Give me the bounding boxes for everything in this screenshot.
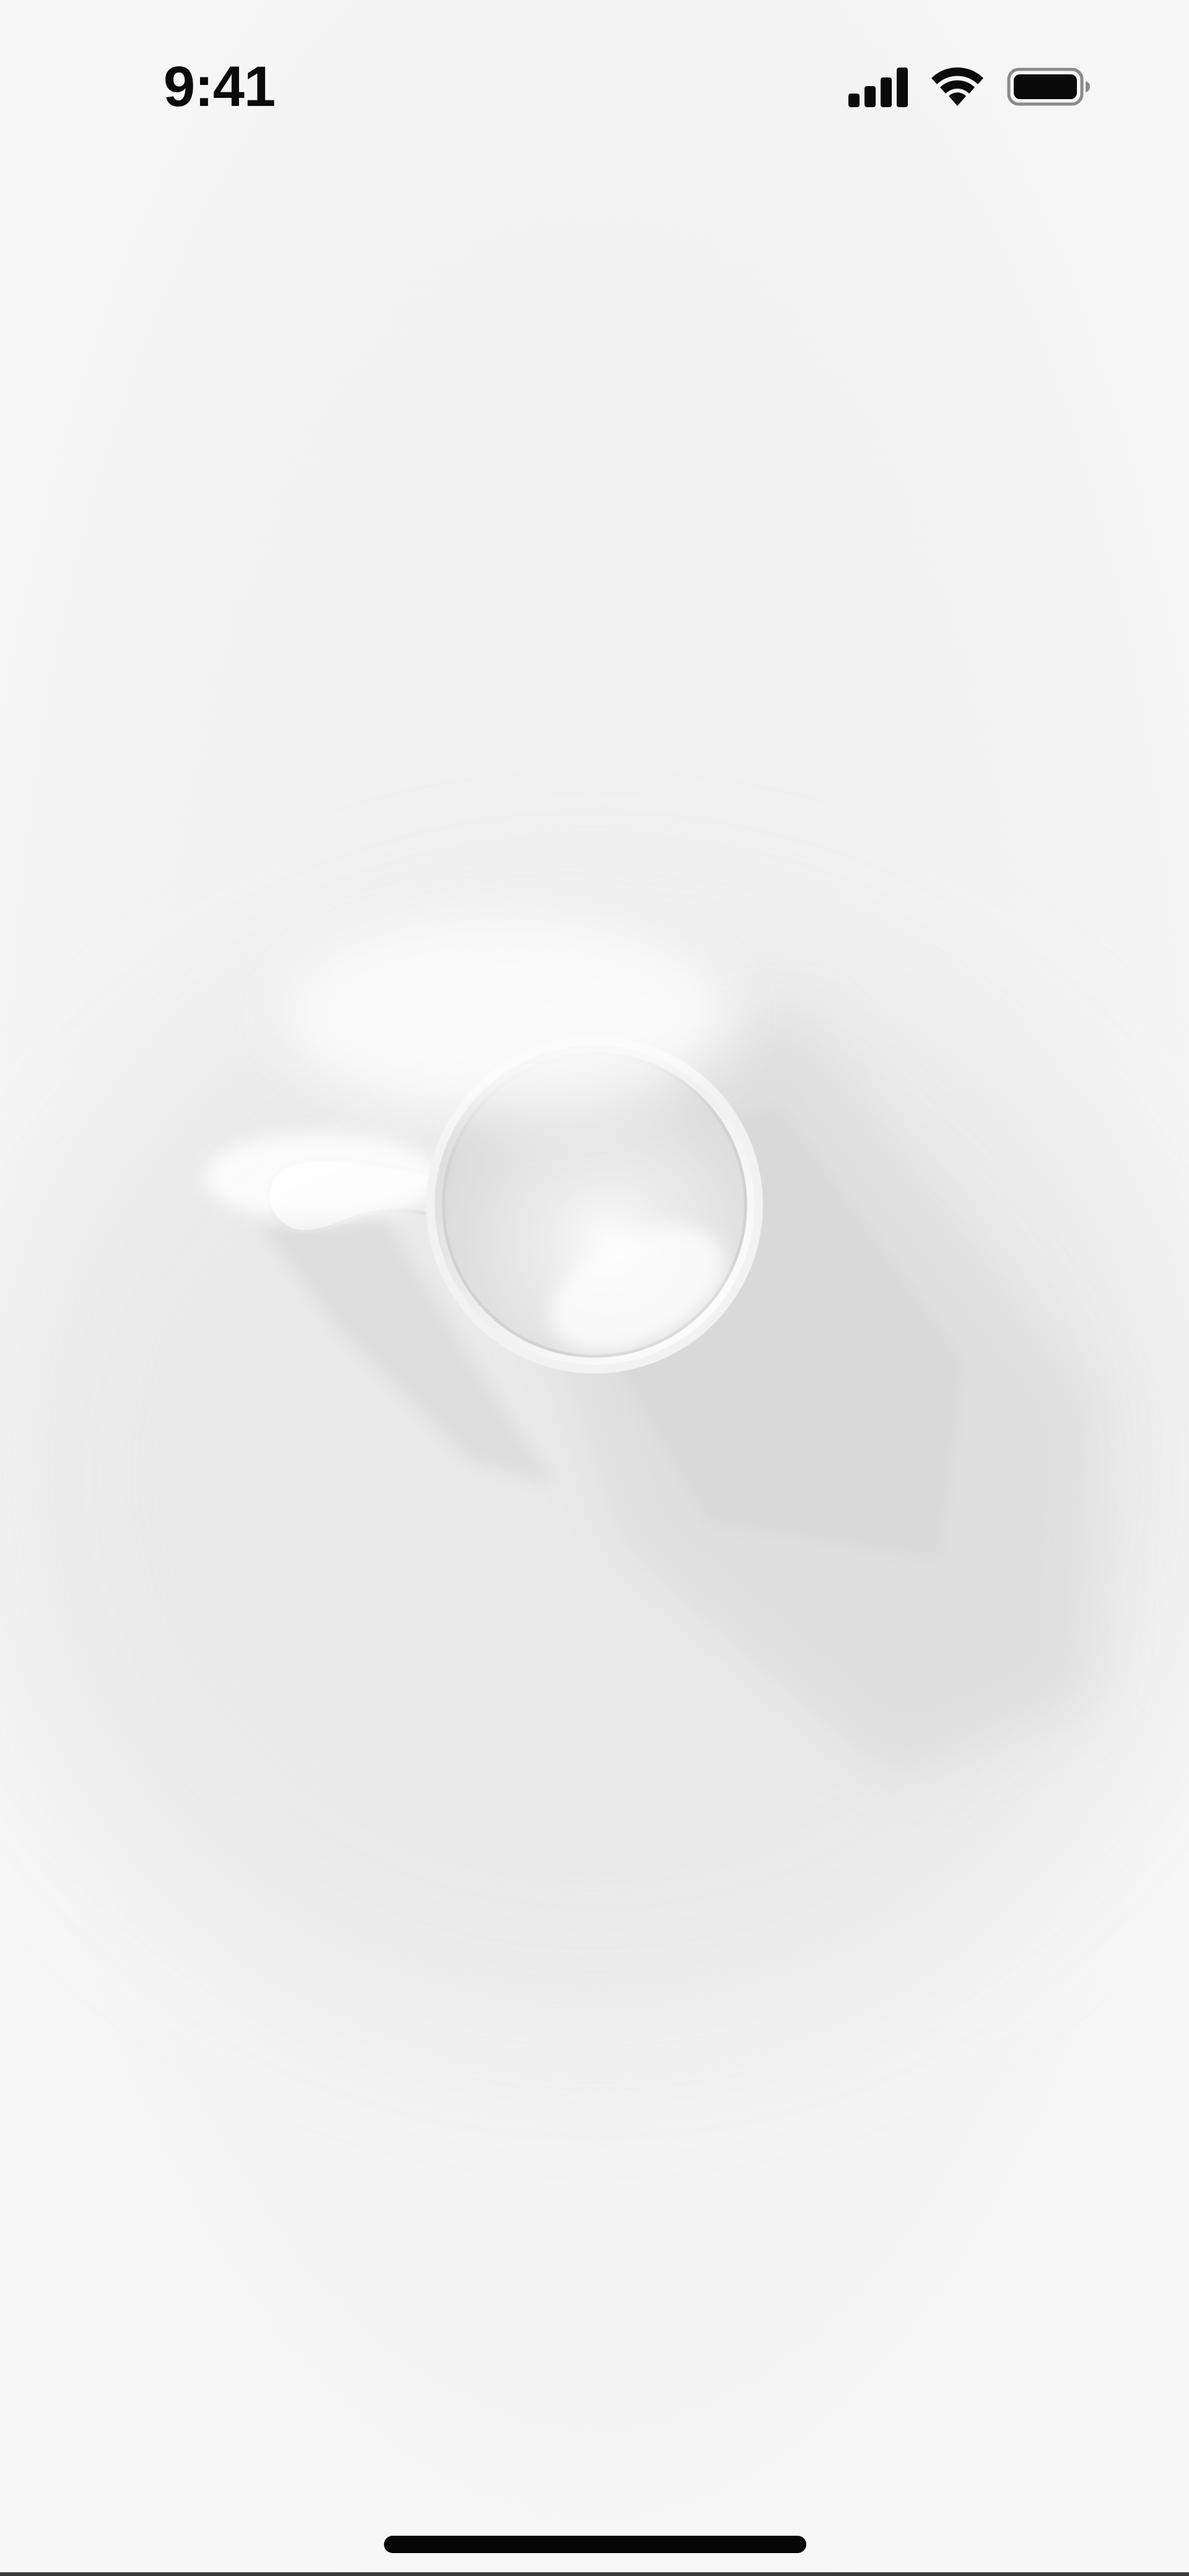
cup-artwork xyxy=(0,0,1189,2576)
splash-screen: 9:41 xyxy=(0,0,1189,2576)
status-time: 9:41 xyxy=(163,55,276,118)
screen-bottom-edge xyxy=(0,2572,1189,2576)
signal-icon xyxy=(848,66,908,110)
battery-icon xyxy=(1007,66,1090,110)
wifi-icon xyxy=(930,66,985,110)
status-icons xyxy=(848,66,1090,110)
status-bar: 9:41 xyxy=(0,0,1189,180)
home-indicator[interactable] xyxy=(384,2536,806,2553)
